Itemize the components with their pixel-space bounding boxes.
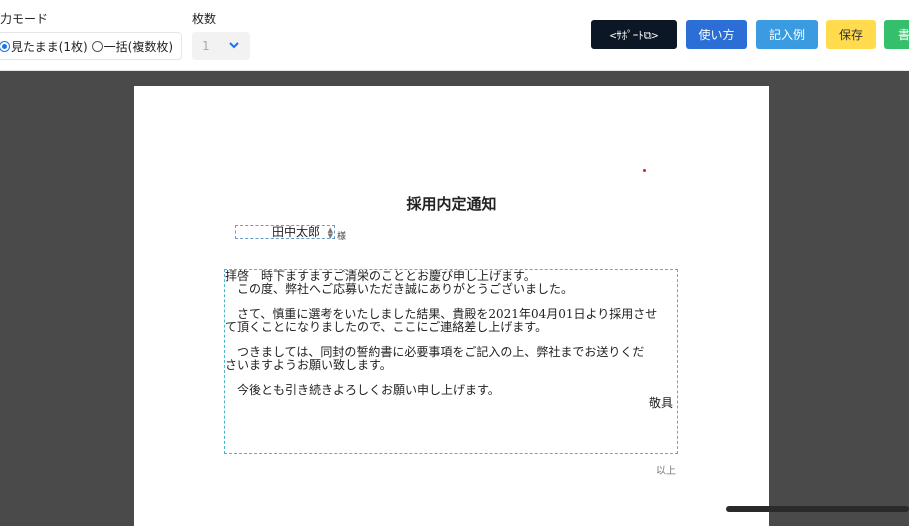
body-line: この度、弊社へご応募いただき誠にありがとうございました。 [225, 282, 574, 296]
body-text-field[interactable]: 拝啓 時下ますますご清栄のこととお慶び申し上げます。 この度、弊社へご応募いただ… [224, 269, 678, 454]
mode-batch-radio[interactable] [91, 40, 103, 52]
example-button[interactable]: 記入例 [756, 20, 818, 49]
support-button[interactable]: <ｻﾎﾟｰﾄ⧉> [591, 20, 677, 49]
end-note: 以上 [656, 466, 676, 477]
body-line: 今後とも引き続きよろしくお願い申し上げます。 [225, 383, 500, 397]
body-line: て頂くことになりましたので、ここにご連絡差し上げます。 [225, 320, 548, 334]
mode-single-radio[interactable] [0, 40, 10, 52]
document-page: 採用内定通知 田中太郎 ▲ ▼ 様 拝啓 時下ますますご清栄のこととお慶び申し上げ… [134, 86, 769, 526]
recipient-name-field[interactable]: 田中太郎 ▲ ▼ [235, 225, 335, 240]
count-select[interactable]: 1 [192, 32, 250, 60]
recipient-name: 田中太郎 [272, 225, 321, 239]
write-button[interactable]: 書 [884, 20, 909, 49]
toolbar: 力モード 見たまま(1枚) 一括(複数枚) 枚数 1 <ｻﾎﾟｰﾄ⧉> 使い方 … [0, 0, 909, 71]
chevron-down-icon [228, 38, 240, 55]
input-mode-label: 力モード [0, 12, 49, 26]
count-value: 1 [202, 39, 210, 53]
howto-button[interactable]: 使い方 [686, 20, 747, 49]
body-line: さいますようお願い致します。 [225, 358, 392, 372]
document-title: 採用内定通知 [406, 195, 497, 213]
save-button[interactable]: 保存 [826, 20, 876, 49]
closing-text: 敬具 [648, 396, 673, 410]
honorific: 様 [337, 232, 347, 242]
spinner-icon[interactable]: ▲ ▼ [328, 227, 333, 240]
input-mode-group: 見たまま(1枚) 一括(複数枚) [0, 32, 182, 60]
mode-single-label[interactable]: 見たまま(1枚) [11, 38, 88, 55]
mode-batch-label[interactable]: 一括(複数枚) [104, 38, 173, 55]
marker-dot [643, 169, 646, 172]
horizontal-scrollbar[interactable] [726, 506, 909, 512]
count-label: 枚数 [192, 12, 217, 26]
